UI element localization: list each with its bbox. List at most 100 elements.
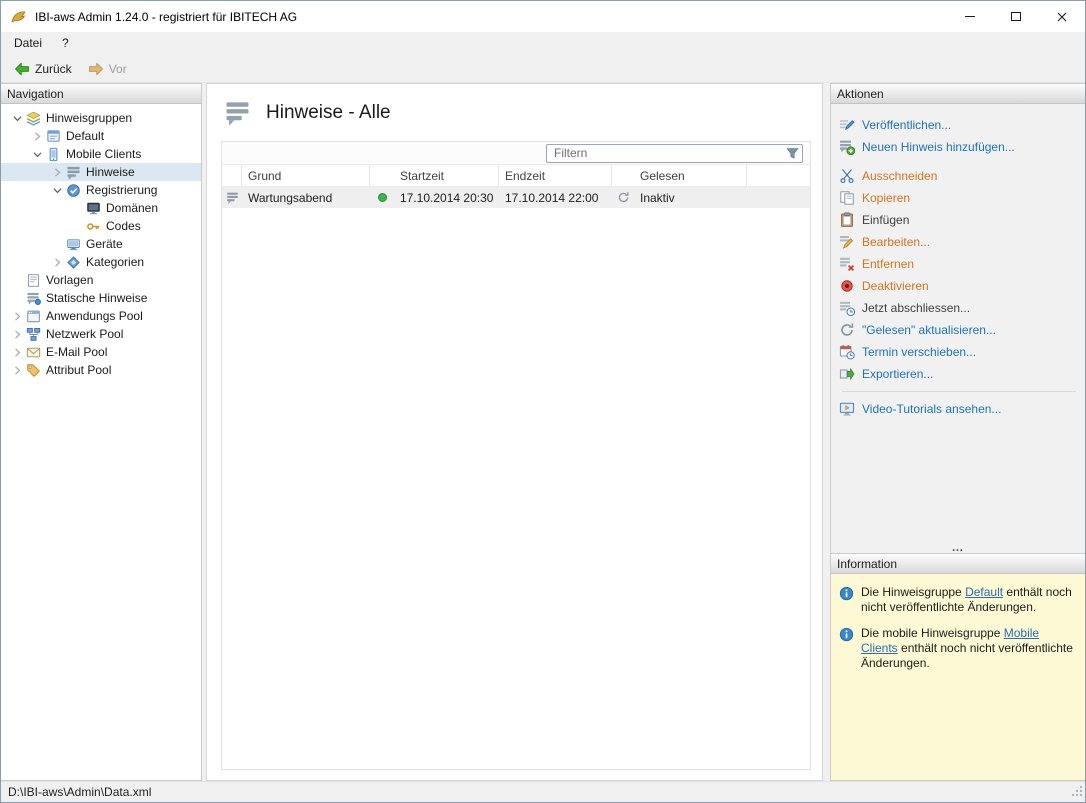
information-panel: Information Die Hinweisgruppe Default en… [830,554,1085,781]
chevron-right-icon[interactable] [29,128,45,144]
notices-icon [224,99,251,126]
video-tutorials-icon [839,401,855,417]
action-ausschneiden[interactable]: Ausschneiden [839,165,1079,187]
action-neuen-hinweis-hinzufuegen[interactable]: Neuen Hinweis hinzufügen... [839,136,1079,158]
action-termin-verschieben[interactable]: Termin verschieben... [839,341,1079,363]
col-header-startzeit[interactable]: Startzeit [394,165,499,186]
menu-help[interactable]: ? [52,32,79,55]
tree-item-hinweisgruppen[interactable]: Hinweisgruppen [1,109,201,127]
notice-groups-icon [25,110,41,126]
tree-item-mobile-clients[interactable]: Mobile Clients [1,145,201,163]
notice-group-default-icon [45,128,61,144]
tree-item-kategorien[interactable]: Kategorien [1,253,201,271]
chevron-down-icon[interactable] [29,146,45,162]
action-exportieren[interactable]: Exportieren... [839,363,1079,385]
table-header-row: Grund Startzeit Endzeit Gelesen [222,165,810,187]
action-label: Bearbeiten... [862,235,930,249]
action-bearbeiten[interactable]: Bearbeiten... [839,231,1079,253]
col-header-gelesen[interactable]: Gelesen [634,165,747,186]
tree-item-label: Mobile Clients [66,147,141,161]
tree-item-statische-hinweise[interactable]: Statische Hinweise [1,289,201,307]
tree-item-email-pool[interactable]: E-Mail Pool [1,343,201,361]
app-window: IBI-aws Admin 1.24.0 - registriert für I… [0,0,1086,803]
remove-icon [839,256,855,272]
tree-item-label: Attribut Pool [46,363,111,377]
col-header-status[interactable] [370,165,394,186]
action-entfernen[interactable]: Entfernen [839,253,1079,275]
action-jetzt-abschliessen[interactable]: Jetzt abschliessen... [839,297,1079,319]
tree-item-vorlagen[interactable]: Vorlagen [1,271,201,289]
right-column: Aktionen Veröffentlichen... Neuen Hinwei… [830,83,1085,781]
chevron-right-icon[interactable] [9,362,25,378]
tree-item-domaenen[interactable]: Domänen [1,199,201,217]
table-row[interactable]: Wartungsabend 17.10.2014 20:30 17.10.201… [222,187,810,208]
tree-item-default[interactable]: Default [1,127,201,145]
devices-icon [65,236,81,252]
expander-spacer [69,218,85,234]
minimize-icon [965,16,975,17]
col-header-label: Grund [248,169,281,183]
forward-button[interactable]: Vor [80,58,135,80]
tree-item-attribut-pool[interactable]: Attribut Pool [1,361,201,379]
col-header-icon[interactable] [222,165,242,186]
export-icon [839,366,855,382]
domains-icon [85,200,101,216]
chevron-right-icon[interactable] [9,344,25,360]
registration-icon [65,182,81,198]
tree-item-geraete[interactable]: Geräte [1,235,201,253]
chevron-right-icon[interactable] [49,254,65,270]
notices-table: Grund Startzeit Endzeit Gelesen Wartungs… [221,141,811,770]
notice-icon [226,191,239,204]
tree-item-codes[interactable]: Codes [1,217,201,235]
chevron-right-icon[interactable] [9,326,25,342]
navigation-tree: Hinweisgruppen Default Mobile Clients Hi… [1,104,201,379]
info-note-text: Die Hinweisgruppe Default enthält noch n… [861,585,1077,615]
tree-item-label: Default [66,129,104,143]
tree-item-anwendungs-pool[interactable]: Anwendungs Pool [1,307,201,325]
resize-grip-icon[interactable] [1071,785,1083,800]
tree-item-label: Anwendungs Pool [46,309,143,323]
col-header-endzeit[interactable]: Endzeit [499,165,612,186]
col-header-read-icon[interactable] [612,165,634,186]
tree-item-registrierung[interactable]: Registrierung [1,181,201,199]
maximize-icon [1011,12,1021,21]
tree-item-label: Geräte [86,237,123,251]
titlebar: IBI-aws Admin 1.24.0 - registriert für I… [1,1,1085,32]
maximize-button[interactable] [993,1,1039,32]
action-video-tutorials[interactable]: Video-Tutorials ansehen... [839,398,1079,420]
chevron-down-icon[interactable] [49,182,65,198]
action-gelesen-aktualisieren[interactable]: "Gelesen" aktualisieren... [839,319,1079,341]
info-note-default: Die Hinweisgruppe Default enthält noch n… [839,585,1077,615]
filter-input[interactable] [546,144,803,163]
paste-icon [839,212,855,228]
default-link[interactable]: Default [965,585,1003,599]
action-einfuegen[interactable]: Einfügen [839,209,1079,231]
tree-item-netzwerk-pool[interactable]: Netzwerk Pool [1,325,201,343]
col-header-grund[interactable]: Grund [242,165,370,186]
navigation-panel: Navigation Hinweisgruppen Default Mobile… [1,83,202,781]
action-veroeffentlichen[interactable]: Veröffentlichen... [839,114,1079,136]
copy-icon [839,190,855,206]
notices-icon [65,164,81,180]
cell-icon [222,187,242,208]
chevron-right-icon[interactable] [9,308,25,324]
info-note-mobile-clients: Die mobile Hinweisgruppe Mobile Clients … [839,626,1077,671]
chevron-right-icon[interactable] [49,164,65,180]
actions-overflow-button[interactable]: … [831,542,1085,553]
tree-item-hinweise[interactable]: Hinweise [1,163,201,181]
back-button[interactable]: Zurück [6,58,80,80]
window-controls [947,1,1085,32]
action-deaktivieren[interactable]: Deaktivieren [839,275,1079,297]
back-arrow-icon [14,61,30,77]
tree-item-label: Hinweisgruppen [46,111,132,125]
close-button[interactable] [1039,1,1085,32]
chevron-down-icon[interactable] [9,110,25,126]
window-title: IBI-aws Admin 1.24.0 - registriert für I… [35,10,947,24]
finish-now-icon [839,300,855,316]
action-kopieren[interactable]: Kopieren [839,187,1079,209]
statusbar-path: D:\IBI-aws\Admin\Data.xml [8,785,151,799]
edit-icon [839,234,855,250]
close-icon [1057,12,1067,22]
menu-datei[interactable]: Datei [4,32,52,55]
minimize-button[interactable] [947,1,993,32]
